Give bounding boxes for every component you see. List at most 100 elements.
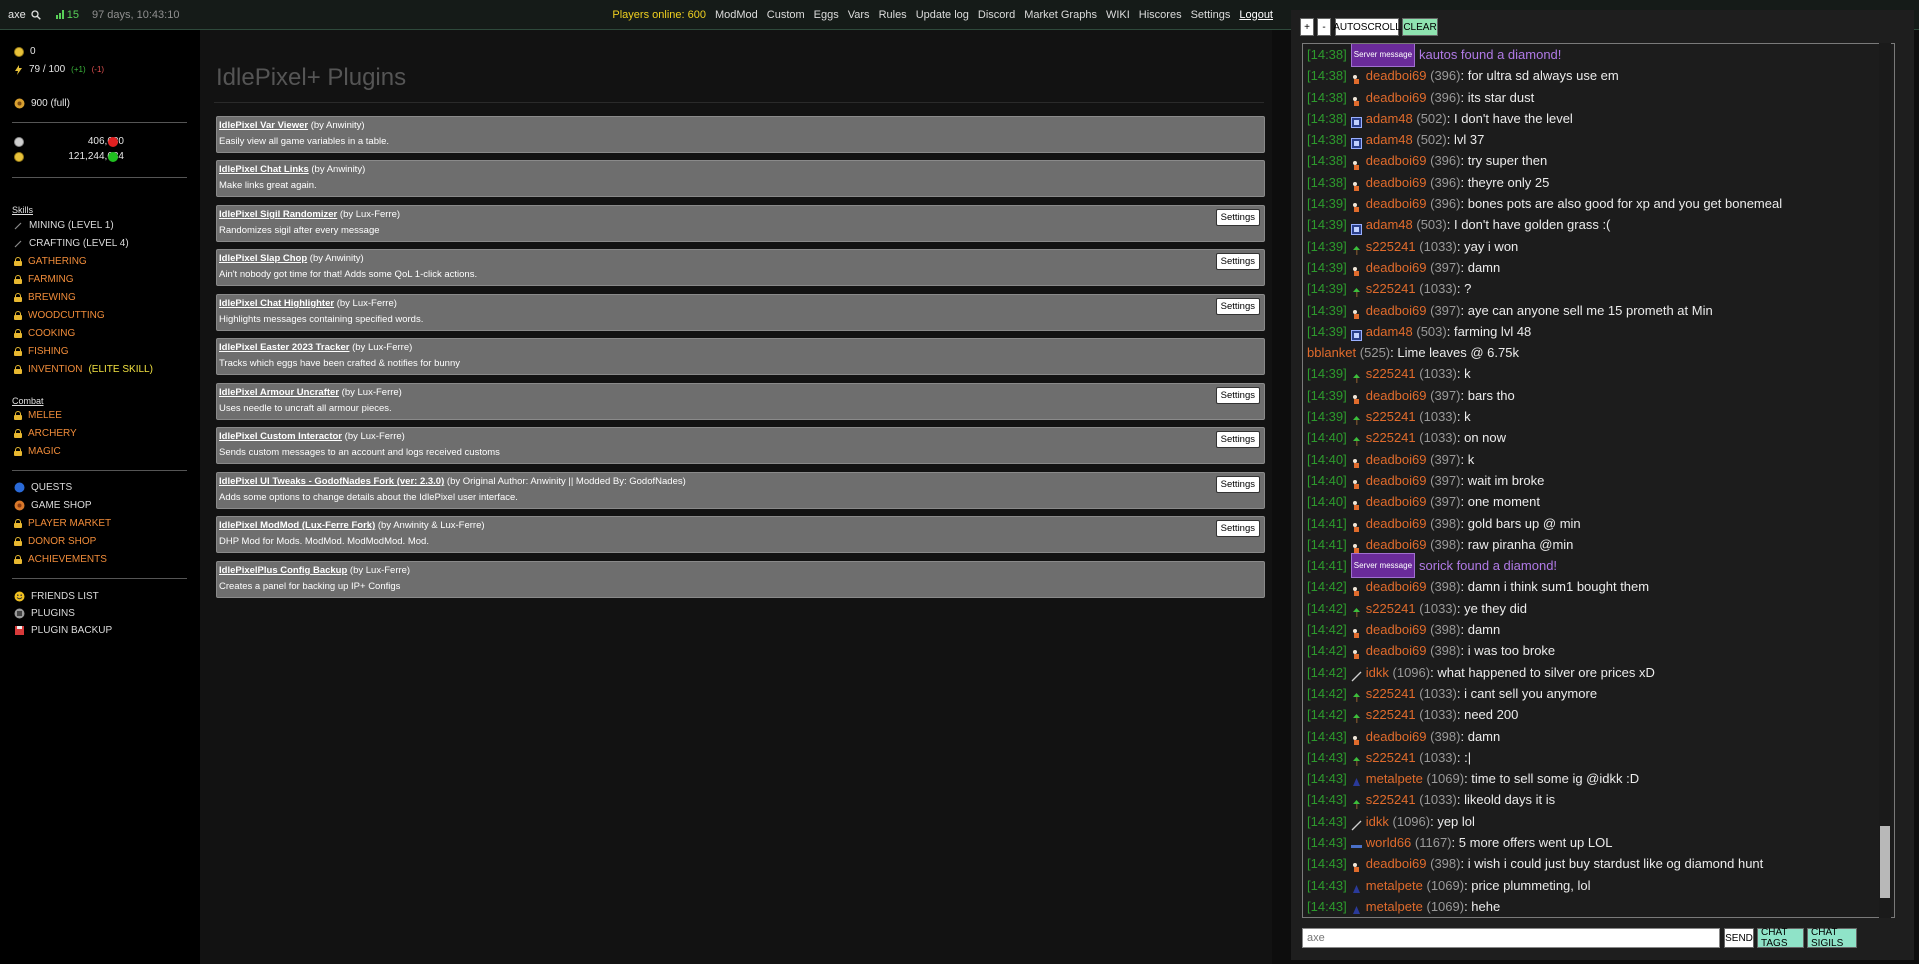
chat-username[interactable]: deadboi69: [1366, 385, 1427, 406]
nav-wiki[interactable]: WIKI: [1106, 9, 1130, 21]
plugin-name[interactable]: IdlePixel Sigil Randomizer: [219, 209, 337, 220]
plugin-name[interactable]: IdlePixel ModMod (Lux-Ferre Fork): [219, 520, 375, 531]
chat-username[interactable]: adam48: [1366, 129, 1413, 150]
chat-username[interactable]: deadboi69: [1366, 172, 1427, 193]
chat-scrollbar[interactable]: [1879, 43, 1891, 918]
chat-username[interactable]: s225241: [1366, 427, 1416, 448]
chat-username[interactable]: deadboi69: [1366, 534, 1427, 555]
chat-username[interactable]: metalpete: [1366, 896, 1423, 917]
plugin-name[interactable]: IdlePixel Easter 2023 Tracker: [219, 342, 349, 353]
skill-cooking[interactable]: COOKING: [14, 328, 75, 339]
chat-username[interactable]: s225241: [1366, 789, 1416, 810]
menu-game-shop[interactable]: GAME SHOP: [14, 500, 92, 511]
plugin-settings-button[interactable]: Settings: [1215, 387, 1260, 404]
chat-username[interactable]: metalpete: [1366, 768, 1423, 789]
plugin-name[interactable]: IdlePixel Custom Interactor: [219, 431, 342, 442]
nav-custom[interactable]: Custom: [767, 9, 805, 21]
send-button[interactable]: SEND: [1724, 928, 1754, 948]
chat-username[interactable]: deadboi69: [1366, 853, 1427, 874]
chat-username[interactable]: idkk: [1366, 662, 1389, 683]
plugin-settings-button[interactable]: Settings: [1215, 476, 1260, 493]
chat-username[interactable]: s225241: [1366, 278, 1416, 299]
nav-logout[interactable]: Logout: [1239, 9, 1273, 21]
chat-username[interactable]: metalpete: [1366, 875, 1423, 896]
chat-username[interactable]: adam48: [1366, 214, 1413, 235]
chat-log[interactable]: [14:38] Server message kautos found a diam…: [1302, 43, 1895, 918]
menu-donor-shop[interactable]: DONOR SHOP: [14, 536, 96, 547]
skill-fishing[interactable]: FISHING: [14, 346, 69, 357]
chat-username[interactable]: s225241: [1366, 747, 1416, 768]
chat-scrollbar-thumb[interactable]: [1880, 826, 1890, 898]
menu-friends-list[interactable]: FRIENDS LIST: [14, 591, 99, 602]
chat-username[interactable]: deadboi69: [1366, 449, 1427, 470]
chat-username[interactable]: adam48: [1366, 108, 1413, 129]
plugin-name[interactable]: IdlePixelPlus Config Backup: [219, 565, 347, 576]
chat-username[interactable]: deadboi69: [1366, 150, 1427, 171]
combat-magic[interactable]: MAGIC: [14, 446, 61, 457]
chat-username[interactable]: adam48: [1366, 321, 1413, 342]
plugin-name[interactable]: IdlePixel Chat Links: [219, 164, 309, 175]
chat-username[interactable]: s225241: [1366, 683, 1416, 704]
plugin-settings-button[interactable]: Settings: [1215, 298, 1260, 315]
chat-username[interactable]: deadboi69: [1366, 65, 1427, 86]
skill-farming[interactable]: FARMING: [14, 274, 74, 285]
nav-eggs[interactable]: Eggs: [814, 9, 839, 21]
chat-username[interactable]: deadboi69: [1366, 491, 1427, 512]
plugin-name[interactable]: IdlePixel Chat Highlighter: [219, 298, 334, 309]
chat-username[interactable]: bblanket: [1307, 342, 1356, 363]
chat-username[interactable]: deadboi69: [1366, 619, 1427, 640]
chat-username[interactable]: deadboi69: [1366, 726, 1427, 747]
plugin-settings-button[interactable]: Settings: [1215, 253, 1260, 270]
menu-quests[interactable]: QUESTS: [14, 482, 72, 493]
plugin-settings-button[interactable]: Settings: [1215, 209, 1260, 226]
nav-hiscores[interactable]: Hiscores: [1139, 9, 1182, 21]
skill-crafting[interactable]: CRAFTING (LEVEL 4): [14, 238, 129, 249]
nav-settings[interactable]: Settings: [1191, 9, 1231, 21]
skill-gathering[interactable]: GATHERING: [14, 256, 87, 267]
chat-username[interactable]: s225241: [1366, 598, 1416, 619]
clear-chat-button[interactable]: CLEAR: [1402, 18, 1438, 36]
skill-woodcutting[interactable]: WOODCUTTING: [14, 310, 105, 321]
chat-input[interactable]: [1302, 928, 1720, 948]
menu-plugins[interactable]: PLUGINS: [14, 608, 75, 619]
combat-archery[interactable]: ARCHERY: [14, 428, 77, 439]
chat-username[interactable]: world66: [1366, 832, 1412, 853]
nav-vars[interactable]: Vars: [848, 9, 870, 21]
chat-username[interactable]: s225241: [1366, 236, 1416, 257]
nav-discord[interactable]: Discord: [978, 9, 1015, 21]
skill-invention[interactable]: INVENTION (ELITE SKILL): [14, 364, 153, 375]
chat-sigils-button[interactable]: CHAT SIGILS: [1807, 927, 1857, 949]
chat-username[interactable]: deadboi69: [1366, 576, 1427, 597]
menu-achievements[interactable]: ACHIEVEMENTS: [14, 554, 107, 565]
chat-username[interactable]: deadboi69: [1366, 257, 1427, 278]
chat-username[interactable]: deadboi69: [1366, 87, 1427, 108]
chat-username[interactable]: s225241: [1366, 406, 1416, 427]
chat-username[interactable]: s225241: [1366, 363, 1416, 384]
chat-username[interactable]: idkk: [1366, 811, 1389, 832]
chat-username[interactable]: deadboi69: [1366, 640, 1427, 661]
menu-plugin-backup[interactable]: PLUGIN BACKUP: [14, 625, 112, 636]
chat-zoom-out-button[interactable]: -: [1317, 18, 1331, 36]
nav-rules[interactable]: Rules: [879, 9, 907, 21]
skill-brewing[interactable]: BREWING: [14, 292, 76, 303]
nav-market-graphs[interactable]: Market Graphs: [1024, 9, 1097, 21]
plugin-name[interactable]: IdlePixel Slap Chop: [219, 253, 307, 264]
autoscroll-button[interactable]: AUTOSCROLL: [1333, 18, 1401, 36]
chat-username[interactable]: deadboi69: [1366, 193, 1427, 214]
plugin-name[interactable]: IdlePixel UI Tweaks - GodofNades Fork (v…: [219, 476, 444, 487]
plugin-settings-button[interactable]: Settings: [1215, 431, 1260, 448]
chat-tags-button[interactable]: CHAT TAGS: [1757, 927, 1804, 949]
nav-modmod[interactable]: ModMod: [715, 9, 758, 21]
search-icon[interactable]: [31, 9, 41, 20]
chat-username[interactable]: s225241: [1366, 704, 1416, 725]
chat-zoom-in-button[interactable]: +: [1300, 18, 1314, 36]
skill-mining[interactable]: MINING (LEVEL 1): [14, 220, 114, 231]
chat-username[interactable]: deadboi69: [1366, 300, 1427, 321]
nav-update-log[interactable]: Update log: [916, 9, 969, 21]
chat-username[interactable]: deadboi69: [1366, 513, 1427, 534]
menu-player-market[interactable]: PLAYER MARKET: [14, 518, 111, 529]
plugin-name[interactable]: IdlePixel Armour Uncrafter: [219, 387, 339, 398]
chat-username[interactable]: deadboi69: [1366, 470, 1427, 491]
plugin-name[interactable]: IdlePixel Var Viewer: [219, 120, 308, 131]
combat-melee[interactable]: MELEE: [14, 410, 62, 421]
